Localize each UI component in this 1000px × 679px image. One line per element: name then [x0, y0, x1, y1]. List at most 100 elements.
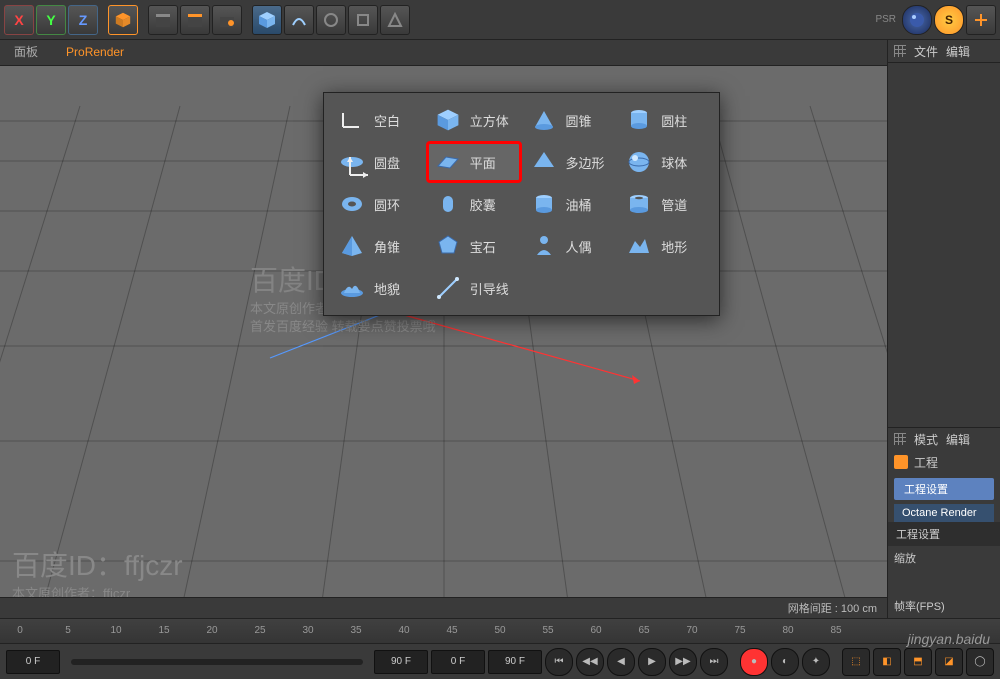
objects-tree-empty[interactable]	[888, 63, 1000, 427]
add-cube-button[interactable]	[252, 5, 282, 35]
tab-panel[interactable]: 面板	[0, 40, 52, 65]
goto-start-button[interactable]: ⏮	[545, 648, 573, 676]
primitive-landscape[interactable]: 地形	[619, 227, 711, 265]
polygon-icon	[530, 148, 558, 176]
panel-grid-icon	[894, 45, 906, 57]
nav-sphere-button[interactable]: S	[934, 5, 964, 35]
nav-orbit-button[interactable]	[902, 5, 932, 35]
nav-focus-button[interactable]	[966, 5, 996, 35]
primitive-label: 管道	[661, 195, 687, 214]
render-clapper-1-button[interactable]	[148, 5, 178, 35]
scale-field: 缩放	[888, 546, 1000, 570]
grid-spacing-label: 网格间距 : 100 cm	[788, 600, 877, 616]
primitive-tube[interactable]: 管道	[619, 185, 711, 223]
objects-panel-header: 文件 编辑	[888, 40, 1000, 63]
app-root: X Y Z PSR S 面板 ProRender	[0, 0, 1000, 679]
attr-menu-mode[interactable]: 模式	[914, 431, 938, 448]
menu-edit[interactable]: 编辑	[946, 43, 970, 60]
record-button[interactable]: ●	[740, 648, 768, 676]
primitive-oiltank[interactable]: 油桶	[524, 185, 616, 223]
menu-file[interactable]: 文件	[914, 43, 938, 60]
primitive-label: 胶囊	[470, 195, 496, 214]
timeline-tick: 20	[206, 619, 217, 643]
primitive-plane[interactable]: 平面	[428, 143, 520, 181]
play-button[interactable]: ▶	[638, 648, 666, 676]
tool-1-button[interactable]	[316, 5, 346, 35]
timeline-ruler[interactable]: 0510152025303540455055606570758085	[0, 619, 1000, 644]
primitive-label: 宝石	[470, 237, 496, 256]
primitive-label: 油桶	[566, 195, 592, 214]
prev-key-button[interactable]: ◀◀	[576, 648, 604, 676]
pyramid-icon	[338, 232, 366, 260]
primitive-platonic[interactable]: 宝石	[428, 227, 520, 265]
tool-3-button[interactable]	[380, 5, 410, 35]
add-spline-button[interactable]	[284, 5, 314, 35]
primitive-label: 地貌	[374, 279, 400, 298]
render-clapper-2-button[interactable]	[180, 5, 210, 35]
project-settings-tab[interactable]: 工程设置	[894, 478, 994, 500]
timeline-tick: 10	[110, 619, 121, 643]
primitive-relief[interactable]: 地貌	[332, 269, 424, 307]
tab-prorender[interactable]: ProRender	[52, 40, 138, 65]
null-icon	[338, 106, 366, 134]
fps-label: 帧率(FPS)	[894, 598, 945, 614]
primitive-torus[interactable]: 圆环	[332, 185, 424, 223]
autokey-button[interactable]: ◐	[771, 648, 799, 676]
cone-icon	[530, 106, 558, 134]
key-rot-button[interactable]: ⬒	[904, 648, 932, 676]
primitive-label: 圆柱	[661, 111, 687, 130]
timeline-end2-input[interactable]	[488, 650, 542, 674]
guide-icon	[434, 274, 462, 302]
key-options-button[interactable]: ✦	[802, 648, 830, 676]
primitive-sphere[interactable]: 球体	[619, 143, 711, 181]
cylinder-icon	[625, 106, 653, 134]
primitive-label: 圆环	[374, 195, 400, 214]
primitive-pyramid[interactable]: 角锥	[332, 227, 424, 265]
timeline-slider[interactable]	[71, 659, 363, 665]
axis-x-button[interactable]: X	[4, 5, 34, 35]
play-back-button[interactable]: ◀	[607, 648, 635, 676]
primitive-label: 平面	[470, 153, 496, 172]
key-pos-button[interactable]: ⬚	[842, 648, 870, 676]
goto-end-button[interactable]: ⏭	[700, 648, 728, 676]
key-param-button[interactable]: ◪	[935, 648, 963, 676]
timeline-tick: 40	[398, 619, 409, 643]
axis-y-button[interactable]: Y	[36, 5, 66, 35]
timeline: 0510152025303540455055606570758085 ⏮ ◀◀ …	[0, 618, 1000, 679]
primitive-figure[interactable]: 人偶	[524, 227, 616, 265]
timeline-tick: 55	[542, 619, 553, 643]
primitive-guide[interactable]: 引导线	[428, 269, 520, 307]
primitive-polygon[interactable]: 多边形	[524, 143, 616, 181]
key-pla-button[interactable]: ◯	[966, 648, 994, 676]
timeline-tick: 75	[734, 619, 745, 643]
next-key-button[interactable]: ▶▶	[669, 648, 697, 676]
sphere-icon	[625, 148, 653, 176]
render-clapper-3-button[interactable]	[212, 5, 242, 35]
key-scale-button[interactable]: ◧	[873, 648, 901, 676]
timeline-end-input[interactable]	[374, 650, 428, 674]
timeline-tick: 65	[638, 619, 649, 643]
cube-tool-button[interactable]	[108, 5, 138, 35]
attr-menu-edit[interactable]: 编辑	[946, 431, 970, 448]
viewport-status: 网格间距 : 100 cm	[0, 597, 887, 618]
fps-field: 帧率(FPS)	[888, 594, 1000, 618]
project-icon	[894, 455, 908, 469]
timeline-current-input[interactable]	[431, 650, 485, 674]
octane-tab[interactable]: Octane Render	[894, 504, 994, 522]
right-panel: 文件 编辑 模式 编辑 工程 工程设置 Octane Render 工程设置	[887, 40, 1000, 618]
tool-2-button[interactable]	[348, 5, 378, 35]
attribute-panel: 模式 编辑 工程 工程设置 Octane Render 工程设置 缩放 帧率(F…	[888, 427, 1000, 618]
primitive-capsule[interactable]: 胶囊	[428, 185, 520, 223]
timeline-tick: 60	[590, 619, 601, 643]
primitive-label: 球体	[661, 153, 687, 172]
primitives-popup: 空白立方体圆锥圆柱圆盘平面多边形球体圆环胶囊油桶管道角锥宝石人偶地形地貌引导线	[323, 92, 720, 316]
primitive-cone[interactable]: 圆锥	[524, 101, 616, 139]
project-row[interactable]: 工程	[888, 450, 1000, 474]
axis-z-button[interactable]: Z	[68, 5, 98, 35]
timeline-start-input[interactable]	[6, 650, 60, 674]
primitive-cylinder[interactable]: 圆柱	[619, 101, 711, 139]
primitive-cube[interactable]: 立方体	[428, 101, 520, 139]
primitive-label: 引导线	[470, 279, 509, 298]
timeline-tick: 25	[254, 619, 265, 643]
primitive-null[interactable]: 空白	[332, 101, 424, 139]
